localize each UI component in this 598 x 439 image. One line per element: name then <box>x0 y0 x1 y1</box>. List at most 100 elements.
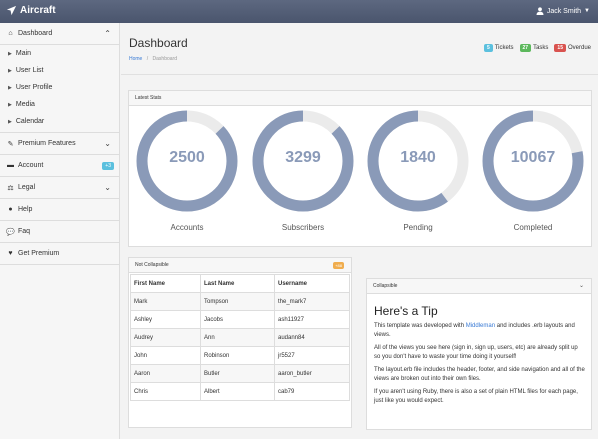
sidebar-subitem-label: User List <box>15 67 44 74</box>
sidebar-item-label: Premium Features <box>18 140 76 147</box>
tip-paragraph: If you aren't using Ruby, there is also … <box>374 389 578 404</box>
sidebar-item-label: Faq <box>18 228 31 235</box>
donut-label: Accounts <box>170 223 204 232</box>
caret-right-icon: ▶ <box>8 118 12 125</box>
table-cell: Tompson <box>200 292 275 311</box>
panel-header: Latest Stats <box>129 91 591 106</box>
table-cell: aaron_butler <box>274 364 350 383</box>
breadcrumb-separator: / <box>146 56 149 62</box>
chevron-down-icon: ⌄ <box>104 139 111 148</box>
table-cell: John <box>130 346 201 365</box>
comment-icon: 💬 <box>6 228 15 236</box>
table-cell: Jacobs <box>200 310 275 329</box>
col-username[interactable]: Username <box>274 274 350 293</box>
sidebar-item-legal[interactable]: ⚖ Legal ⌄ <box>0 177 119 199</box>
table-row: Chris Albert cab79 <box>130 382 350 401</box>
sidebar-subitem-calendar[interactable]: ▶ Calendar <box>0 113 119 130</box>
tip-heading: Here's a Tip <box>374 304 438 318</box>
caret-right-icon: ▶ <box>8 67 12 74</box>
sidebar-item-premium-features[interactable]: ✎ Premium Features ⌄ <box>0 133 119 155</box>
donut-label: Pending <box>403 223 433 232</box>
chevron-up-icon: ⌃ <box>104 29 111 38</box>
sidebar-subitem-user-list[interactable]: ▶ User List <box>0 62 119 79</box>
sidebar-submenu: ▶ Main ▶ User List ▶ User Profile ▶ Media ▶ C… <box>0 45 119 133</box>
donut-chart: 2500 <box>135 109 239 213</box>
header-stats: 5 Tickets 27 Tasks 15 Overdue <box>483 44 591 52</box>
user-name: Jack Smith <box>546 7 582 15</box>
sidebar-subitem-media[interactable]: ▶ Media <box>0 96 119 113</box>
table-cell: Ashley <box>130 310 201 329</box>
tickets-count: 5 <box>483 44 493 52</box>
pencil-icon: ✎ <box>7 140 14 148</box>
header-divider <box>121 74 598 75</box>
panel-header: Not Collapsible +88 <box>129 258 351 273</box>
user-menu[interactable]: Jack Smith ▼ <box>536 7 590 15</box>
tip-content: Here's a Tip This template was developed… <box>367 304 591 405</box>
tip-paragraph: This template was developed with Middlem… <box>374 322 585 339</box>
tip-text: This template was developed with <box>374 323 466 329</box>
chevron-down-icon[interactable]: ⌄ <box>579 282 584 289</box>
table-cell: Robinson <box>200 346 275 365</box>
sidebar-subitem-label: User Profile <box>15 84 53 91</box>
sidebar-subitem-main[interactable]: ▶ Main <box>0 45 119 62</box>
table-row: John Robinson jr5527 <box>130 346 350 365</box>
tip-paragraph: The layout.erb file includes the header,… <box>374 367 585 382</box>
user-icon <box>536 7 544 15</box>
sidebar-subitem-label: Calendar <box>15 118 45 125</box>
users-table: First Name Last Name Username Mark Tompso… <box>130 274 350 401</box>
caret-right-icon: ▶ <box>8 84 12 91</box>
question-icon: ● <box>8 206 13 213</box>
caret-right-icon: ▶ <box>8 101 12 108</box>
sidebar-item-faq[interactable]: 💬 Faq <box>0 221 119 243</box>
overdue-stat[interactable]: 15 Overdue <box>554 44 591 52</box>
table-cell: jr5527 <box>274 346 350 365</box>
sidebar-item-account[interactable]: ▬ Account +3 <box>0 155 119 177</box>
sidebar-subitem-user-profile[interactable]: ▶ User Profile <box>0 79 119 96</box>
breadcrumb-current: Dashboard <box>152 56 177 62</box>
overdue-label: Overdue <box>567 45 591 51</box>
latest-stats-panel: Latest Stats 2500 Accounts 3299 Subscribers… <box>128 90 592 247</box>
table-cell: Ann <box>200 328 275 347</box>
not-collapsible-panel: Not Collapsible +88 First Name Last Name… <box>128 257 352 428</box>
sidebar-subitem-label: Main <box>15 50 32 57</box>
donut-value: 3299 <box>285 149 321 166</box>
middleman-link[interactable]: Middleman <box>466 323 495 329</box>
panel-title: Not Collapsible <box>135 262 169 268</box>
donut-chart: 3299 <box>251 109 355 213</box>
col-first-name[interactable]: First Name <box>130 274 201 293</box>
donut-value: 2500 <box>169 149 205 166</box>
table-cell: audann84 <box>274 328 350 347</box>
tickets-label: Tickets <box>494 45 514 51</box>
sidebar-subitem-label: Media <box>15 101 35 108</box>
tickets-stat[interactable]: 5 Tickets <box>483 44 514 52</box>
sidebar-item-help[interactable]: ● Help <box>0 199 119 221</box>
chevron-down-icon: ⌄ <box>104 183 111 192</box>
dashboard-icon: ⌂ <box>8 30 13 37</box>
caret-right-icon: ▶ <box>8 50 12 57</box>
table-cell: Mark <box>130 292 201 311</box>
table-header-row: First Name Last Name Username <box>130 274 350 293</box>
donut-label: Completed <box>513 223 553 232</box>
sidebar-item-label: Get Premium <box>18 250 60 257</box>
heart-icon: ♥ <box>8 250 13 257</box>
main-content: Dashboard Home / Dashboard 5 Tickets 27 … <box>121 23 598 439</box>
table-cell: Audrey <box>130 328 201 347</box>
sidebar-item-label: Legal <box>18 184 36 191</box>
inbox-icon: ▬ <box>7 162 14 169</box>
sidebar-item-dashboard[interactable]: ⌂ Dashboard ⌃ <box>0 23 119 45</box>
donut-label: Subscribers <box>281 223 325 232</box>
brand-logo[interactable]: Aircraft <box>6 5 56 16</box>
panel-header[interactable]: Collapsible ⌄ <box>367 279 591 294</box>
plane-icon <box>6 5 17 16</box>
tasks-stat[interactable]: 27 Tasks <box>519 44 548 52</box>
sidebar-item-label: Account <box>18 162 44 169</box>
sidebar-item-get-premium[interactable]: ♥ Get Premium <box>0 243 119 265</box>
breadcrumb: Home / Dashboard <box>129 56 177 62</box>
col-last-name[interactable]: Last Name <box>200 274 275 293</box>
table-cell: Butler <box>200 364 275 383</box>
breadcrumb-home[interactable]: Home <box>129 56 142 62</box>
overdue-count: 15 <box>554 44 566 52</box>
account-badge: +3 <box>102 162 114 170</box>
sidebar: ⌂ Dashboard ⌃ ▶ Main ▶ User List ▶ User Pro… <box>0 23 120 439</box>
table-cell: ash11927 <box>274 310 350 329</box>
